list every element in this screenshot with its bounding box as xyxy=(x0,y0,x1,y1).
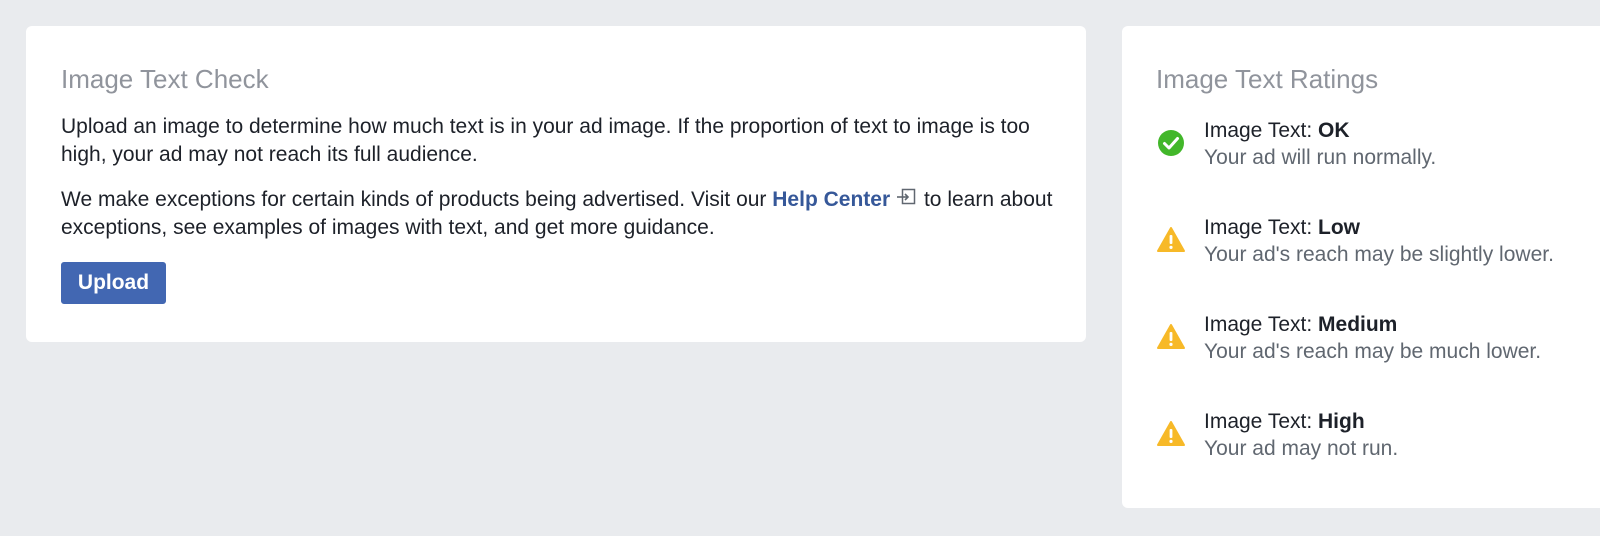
check-card-title: Image Text Check xyxy=(61,64,269,94)
ratings-card-title: Image Text Ratings xyxy=(1156,64,1379,94)
rating-description: Your ad's reach may be much lower. xyxy=(1204,340,1542,363)
rating-title: Image Text: Low xyxy=(1204,215,1360,241)
warning-icon xyxy=(1156,322,1186,352)
check-circle-icon xyxy=(1156,128,1186,158)
rating-level: High xyxy=(1318,410,1365,433)
rating-item-medium: Image Text: Medium Your ad's reach may b… xyxy=(1156,312,1596,372)
external-link-icon xyxy=(896,188,916,208)
rating-level: OK xyxy=(1318,119,1350,142)
rating-prefix: Image Text: xyxy=(1204,216,1313,239)
rating-prefix: Image Text: xyxy=(1204,410,1313,433)
rating-title: Image Text: Medium xyxy=(1204,312,1397,338)
rating-title: Image Text: OK xyxy=(1204,118,1350,144)
rating-level: Low xyxy=(1318,216,1361,239)
rating-prefix: Image Text: xyxy=(1204,313,1313,336)
warning-icon xyxy=(1156,225,1186,255)
rating-prefix: Image Text: xyxy=(1204,119,1313,142)
help-center-link[interactable]: Help Center xyxy=(772,188,890,211)
rating-description: Your ad may not run. xyxy=(1204,437,1399,460)
rating-item-low: Image Text: Low Your ad's reach may be s… xyxy=(1156,215,1596,275)
exceptions-paragraph: We make exceptions for certain kinds of … xyxy=(61,186,1061,242)
rating-item-ok: Image Text: OK Your ad will run normally… xyxy=(1156,118,1596,178)
rating-description: Your ad will run normally. xyxy=(1204,146,1437,169)
rating-description: Your ad's reach may be slightly lower. xyxy=(1204,243,1554,266)
image-text-ratings-card: Image Text Ratings Image Text: OK Your a… xyxy=(1122,26,1600,508)
rating-title: Image Text: High xyxy=(1204,409,1365,435)
warning-icon xyxy=(1156,419,1186,449)
upload-button[interactable]: Upload xyxy=(61,262,166,304)
rating-item-high: Image Text: High Your ad may not run. xyxy=(1156,409,1596,469)
rating-level: Medium xyxy=(1318,313,1398,336)
exceptions-text-before: We make exceptions for certain kinds of … xyxy=(61,188,767,211)
image-text-check-card: Image Text Check Upload an image to dete… xyxy=(26,26,1086,342)
check-description: Upload an image to determine how much te… xyxy=(61,115,1030,166)
